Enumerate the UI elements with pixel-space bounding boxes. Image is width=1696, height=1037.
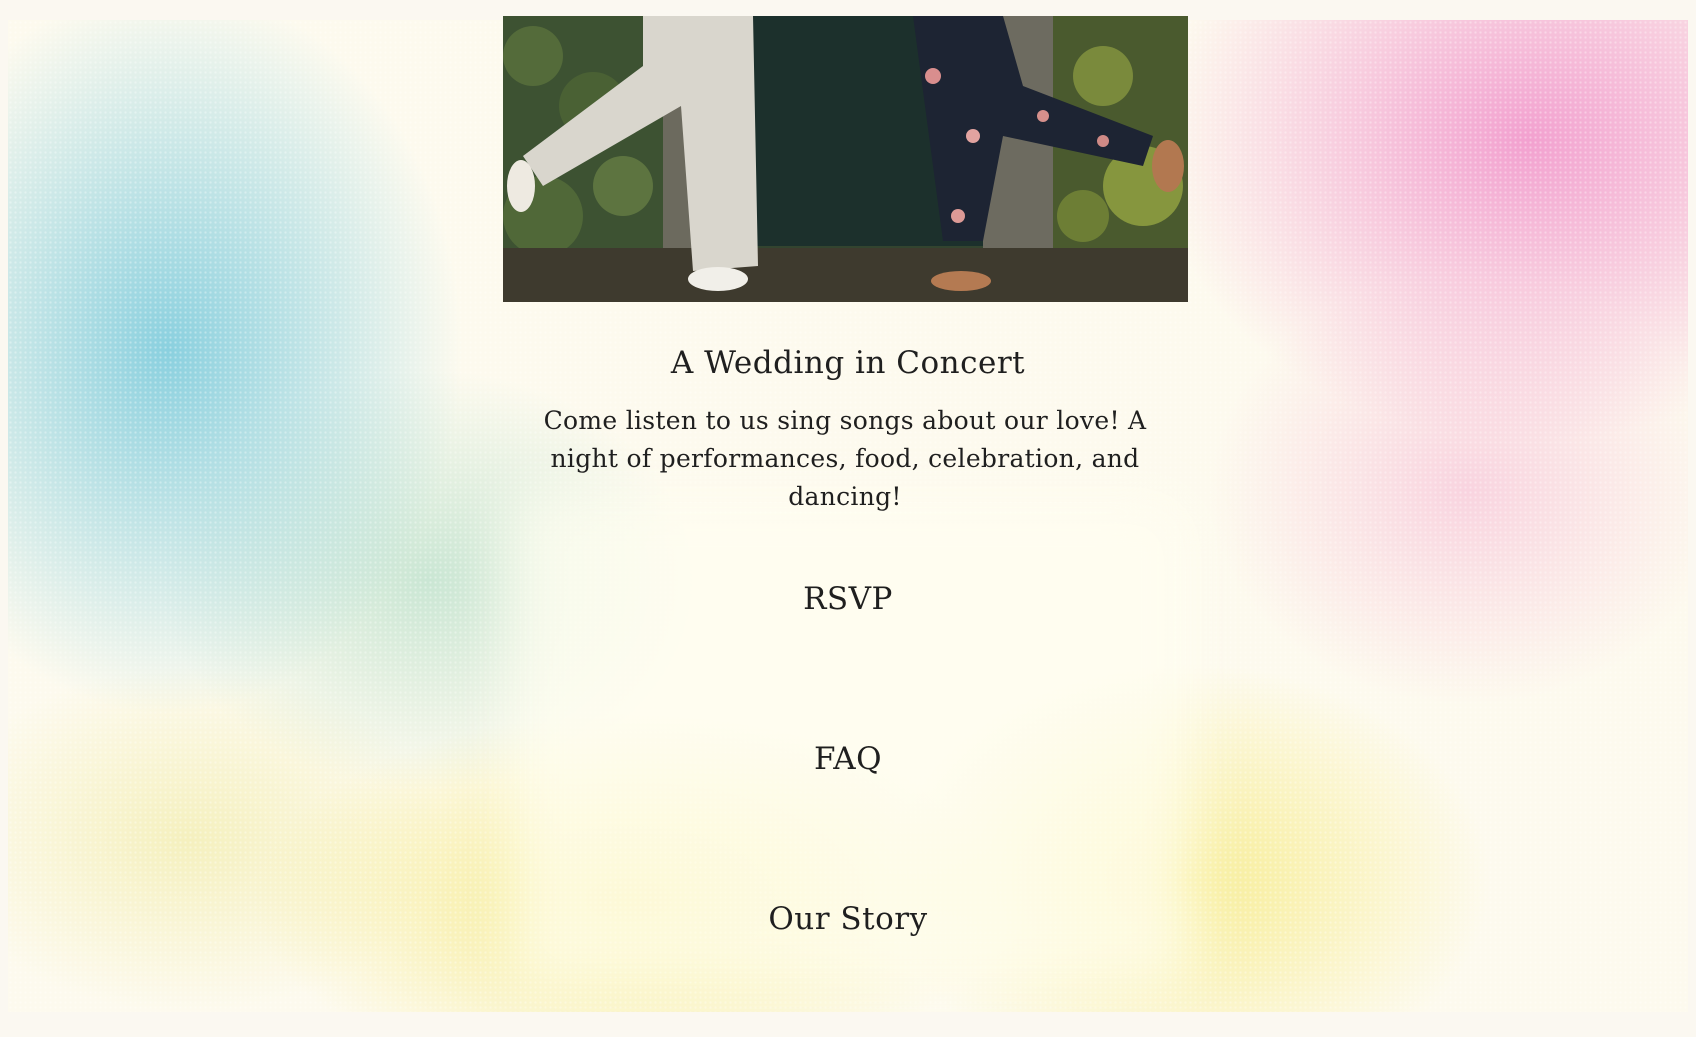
faq-label[interactable]: FAQ: [800, 737, 896, 781]
page: A Wedding in Concert Come listen to us s…: [0, 0, 1696, 1037]
hero-photo-couple-dancing: [503, 16, 1188, 302]
nav-link-rsvp[interactable]: RSVP: [0, 577, 1696, 621]
nav-link-our-story[interactable]: Our Story: [0, 897, 1696, 941]
nav-link-faq[interactable]: FAQ: [0, 737, 1696, 781]
rsvp-label[interactable]: RSVP: [789, 577, 907, 621]
event-description: Come listen to us sing songs about our l…: [543, 406, 1147, 511]
event-title: A Wedding in Concert: [670, 345, 1026, 381]
our-story-label[interactable]: Our Story: [754, 897, 941, 941]
